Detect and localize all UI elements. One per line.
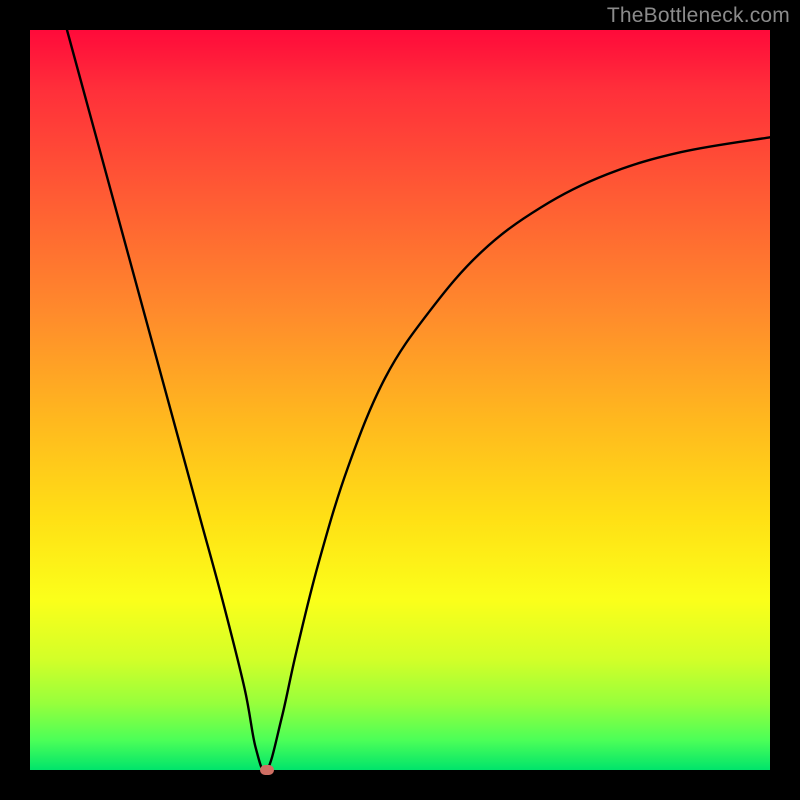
minimum-point-marker xyxy=(260,765,274,775)
chart-frame: TheBottleneck.com xyxy=(0,0,800,800)
bottleneck-curve xyxy=(67,30,770,771)
curve-svg xyxy=(30,30,770,770)
watermark-text: TheBottleneck.com xyxy=(607,4,790,28)
plot-area xyxy=(30,30,770,770)
